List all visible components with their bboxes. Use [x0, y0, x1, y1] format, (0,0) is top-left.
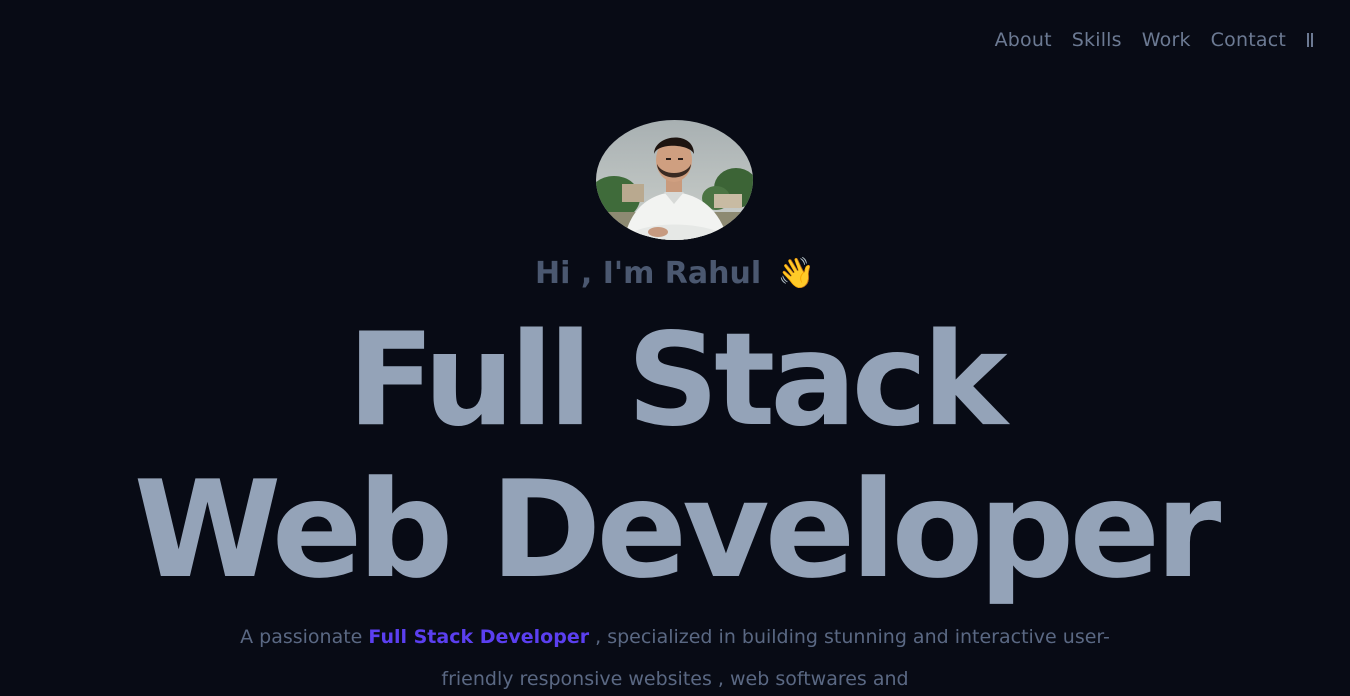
profile-photo-icon	[596, 120, 753, 240]
hero-greeting: Hi , I'm Rahul 👋	[0, 252, 1350, 296]
portfolio-page: About Skills Work Contact Hi , I'm Rahul…	[0, 0, 1350, 696]
headline-line-2: Web Developer	[133, 452, 1222, 608]
greeting-text: Hi , I'm Rahul	[535, 256, 762, 291]
top-nav: About Skills Work Contact	[975, 26, 1314, 54]
intro-before: A passionate	[240, 626, 369, 648]
headline-line-1: Full Stack	[347, 306, 1007, 455]
menu-toggle-icon[interactable]	[1306, 33, 1314, 47]
nav-skills[interactable]: Skills	[1072, 26, 1122, 54]
nav-work[interactable]: Work	[1142, 26, 1191, 54]
waving-hand-icon: 👋	[777, 256, 815, 291]
nav-contact[interactable]: Contact	[1211, 26, 1286, 54]
profile-avatar	[596, 120, 753, 240]
hero-intro: A passionate Full Stack Developer , spec…	[225, 616, 1125, 696]
intro-highlight: Full Stack Developer	[368, 626, 590, 648]
nav-about[interactable]: About	[995, 26, 1052, 54]
